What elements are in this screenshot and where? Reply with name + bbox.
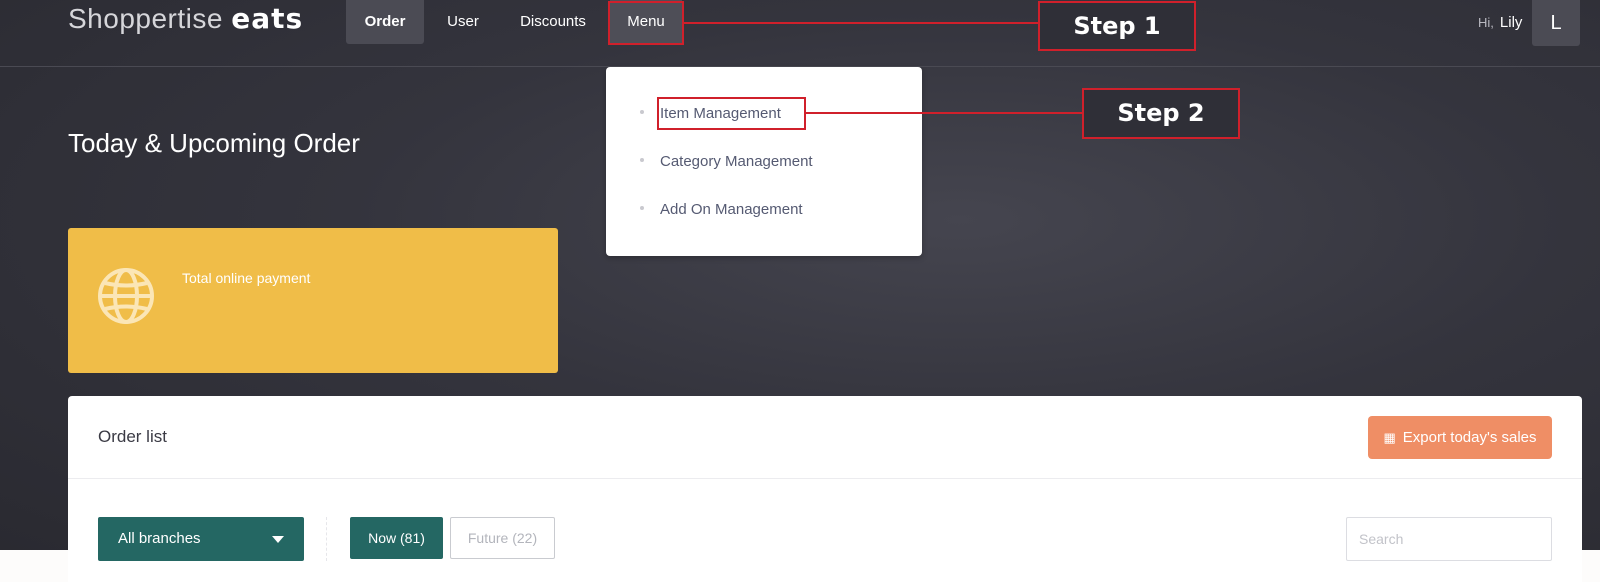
globe-icon (98, 268, 154, 324)
menu-dropdown: Item Management Category Management Add … (606, 67, 922, 256)
search-input[interactable] (1346, 517, 1552, 561)
export-sales-button[interactable]: ▦ Export today's sales (1368, 416, 1552, 459)
brand-logo[interactable]: Shoppertise eats (68, 2, 303, 38)
nav-order[interactable]: Order (346, 0, 424, 44)
nav-discounts[interactable]: Discounts (508, 0, 598, 44)
spreadsheet-icon: ▦ (1383, 430, 1396, 445)
page-title: Today & Upcoming Order (68, 128, 360, 158)
step1-highlight-box (608, 1, 684, 45)
step2-highlight-box (657, 97, 806, 130)
dropdown-item-add-on-management[interactable]: Add On Management (640, 201, 803, 218)
tab-now[interactable]: Now (81) (350, 517, 443, 559)
user-name: Lily (1499, 14, 1523, 31)
brand-name-thin: Shoppertise (68, 3, 223, 34)
step1-connector-line (684, 22, 1038, 24)
dropdown-item-label: Add On Management (660, 201, 803, 218)
order-list-header: Order list ▦ Export today's sales (68, 396, 1582, 479)
branch-select[interactable]: All branches (98, 517, 304, 561)
order-list-panel: Order list ▦ Export today's sales All bra… (68, 396, 1582, 582)
dropdown-item-label: Category Management (660, 153, 813, 170)
bullet-dot (640, 206, 644, 211)
step2-connector-line (806, 112, 1082, 114)
greeting-text: Hi, (1478, 15, 1494, 30)
total-online-payment-card: Total online payment (68, 228, 558, 373)
filter-divider (326, 517, 327, 561)
order-list-title: Order list (98, 427, 167, 446)
caret-down-icon (272, 536, 284, 543)
avatar[interactable]: L (1532, 0, 1580, 46)
tab-future[interactable]: Future (22) (450, 517, 555, 559)
payment-card-label: Total online payment (182, 270, 311, 286)
top-navbar: Shoppertise eats Order User Discounts Me… (0, 0, 1600, 67)
dropdown-item-category-management[interactable]: Category Management (640, 153, 813, 170)
bullet-dot (640, 110, 644, 115)
user-greeting: Hi, Lily (1478, 14, 1522, 31)
step1-label: Step 1 (1038, 1, 1196, 51)
step2-label: Step 2 (1082, 88, 1240, 139)
branch-select-value: All branches (118, 530, 201, 547)
brand-name-bold: eats (231, 2, 304, 35)
nav-user[interactable]: User (437, 0, 489, 44)
bullet-dot (640, 158, 644, 163)
export-button-label: Export today's sales (1402, 429, 1537, 446)
